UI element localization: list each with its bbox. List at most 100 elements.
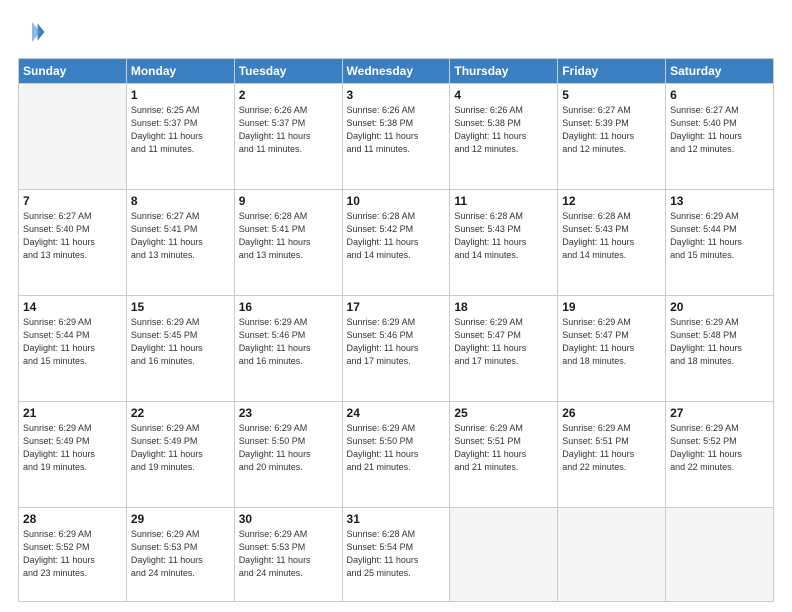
day-number: 31 [347,512,446,526]
calendar-day-cell: 17 Sunrise: 6:29 AM Sunset: 5:46 PM Dayli… [342,296,450,402]
header [18,18,774,46]
day-number: 25 [454,406,553,420]
calendar-day-cell: 22 Sunrise: 6:29 AM Sunset: 5:49 PM Dayli… [126,402,234,508]
day-number: 7 [23,194,122,208]
calendar-day-cell: 30 Sunrise: 6:29 AM Sunset: 5:53 PM Dayli… [234,508,342,602]
calendar-day-cell: 4 Sunrise: 6:26 AM Sunset: 5:38 PM Daylig… [450,84,558,190]
day-info: Sunrise: 6:26 AM Sunset: 5:37 PM Dayligh… [239,104,338,156]
day-info: Sunrise: 6:29 AM Sunset: 5:49 PM Dayligh… [23,422,122,474]
day-number: 27 [670,406,769,420]
day-number: 22 [131,406,230,420]
calendar-day-cell: 6Sunrise: 6:27 AM Sunset: 5:40 PM Daylig… [666,84,774,190]
day-info: Sunrise: 6:29 AM Sunset: 5:51 PM Dayligh… [562,422,661,474]
calendar-day-cell: 14 Sunrise: 6:29 AM Sunset: 5:44 PM Dayli… [19,296,127,402]
day-number: 5 [562,88,661,102]
calendar-day-cell: 10Sunrise: 6:28 AM Sunset: 5:42 PM Dayli… [342,190,450,296]
calendar-day-cell: 15 Sunrise: 6:29 AM Sunset: 5:45 PM Dayli… [126,296,234,402]
calendar-header-thursday: Thursday [450,59,558,84]
calendar-day-cell: 31 Sunrise: 6:28 AM Sunset: 5:54 PM Dayli… [342,508,450,602]
day-info: Sunrise: 6:29 AM Sunset: 5:44 PM Dayligh… [670,210,769,262]
calendar-day-cell: 28 Sunrise: 6:29 AM Sunset: 5:52 PM Dayli… [19,508,127,602]
day-number: 14 [23,300,122,314]
calendar-week-row: 7 Sunrise: 6:27 AM Sunset: 5:40 PM Daylig… [19,190,774,296]
day-info: Sunrise: 6:28 AM Sunset: 5:54 PM Dayligh… [347,528,446,580]
calendar-day-cell: 3Sunrise: 6:26 AM Sunset: 5:38 PM Daylig… [342,84,450,190]
day-info: Sunrise: 6:29 AM Sunset: 5:52 PM Dayligh… [23,528,122,580]
day-info: Sunrise: 6:29 AM Sunset: 5:46 PM Dayligh… [239,316,338,368]
calendar-header-friday: Friday [558,59,666,84]
calendar-day-cell: 21 Sunrise: 6:29 AM Sunset: 5:49 PM Dayli… [19,402,127,508]
calendar-week-row: 28 Sunrise: 6:29 AM Sunset: 5:52 PM Dayli… [19,508,774,602]
day-info: Sunrise: 6:28 AM Sunset: 5:43 PM Dayligh… [454,210,553,262]
calendar-day-cell: 16 Sunrise: 6:29 AM Sunset: 5:46 PM Dayli… [234,296,342,402]
day-info: Sunrise: 6:29 AM Sunset: 5:45 PM Dayligh… [131,316,230,368]
calendar-day-cell: 19 Sunrise: 6:29 AM Sunset: 5:47 PM Dayli… [558,296,666,402]
calendar-day-cell: 12 Sunrise: 6:28 AM Sunset: 5:43 PM Dayli… [558,190,666,296]
day-number: 26 [562,406,661,420]
calendar-day-cell: 18Sunrise: 6:29 AM Sunset: 5:47 PM Dayli… [450,296,558,402]
day-number: 21 [23,406,122,420]
day-number: 17 [347,300,446,314]
day-info: Sunrise: 6:29 AM Sunset: 5:48 PM Dayligh… [670,316,769,368]
day-info: Sunrise: 6:27 AM Sunset: 5:40 PM Dayligh… [670,104,769,156]
day-info: Sunrise: 6:29 AM Sunset: 5:44 PM Dayligh… [23,316,122,368]
calendar-day-cell: 9 Sunrise: 6:28 AM Sunset: 5:41 PM Daylig… [234,190,342,296]
day-number: 9 [239,194,338,208]
calendar-day-cell: 7 Sunrise: 6:27 AM Sunset: 5:40 PM Daylig… [19,190,127,296]
day-number: 13 [670,194,769,208]
day-info: Sunrise: 6:29 AM Sunset: 5:49 PM Dayligh… [131,422,230,474]
calendar-header-wednesday: Wednesday [342,59,450,84]
day-info: Sunrise: 6:29 AM Sunset: 5:47 PM Dayligh… [454,316,553,368]
day-number: 12 [562,194,661,208]
day-info: Sunrise: 6:29 AM Sunset: 5:51 PM Dayligh… [454,422,553,474]
calendar-day-cell: 29Sunrise: 6:29 AM Sunset: 5:53 PM Dayli… [126,508,234,602]
calendar-day-cell: 1 Sunrise: 6:25 AM Sunset: 5:37 PM Daylig… [126,84,234,190]
day-info: Sunrise: 6:29 AM Sunset: 5:53 PM Dayligh… [131,528,230,580]
calendar-day-cell: 27Sunrise: 6:29 AM Sunset: 5:52 PM Dayli… [666,402,774,508]
day-info: Sunrise: 6:29 AM Sunset: 5:50 PM Dayligh… [347,422,446,474]
day-info: Sunrise: 6:29 AM Sunset: 5:50 PM Dayligh… [239,422,338,474]
calendar-day-cell: 24 Sunrise: 6:29 AM Sunset: 5:50 PM Dayli… [342,402,450,508]
calendar-day-cell [450,508,558,602]
calendar-day-cell: 2 Sunrise: 6:26 AM Sunset: 5:37 PM Daylig… [234,84,342,190]
day-number: 3 [347,88,446,102]
day-info: Sunrise: 6:27 AM Sunset: 5:39 PM Dayligh… [562,104,661,156]
calendar-header-sunday: Sunday [19,59,127,84]
logo-icon [18,18,46,46]
calendar-week-row: 21 Sunrise: 6:29 AM Sunset: 5:49 PM Dayli… [19,402,774,508]
day-info: Sunrise: 6:29 AM Sunset: 5:53 PM Dayligh… [239,528,338,580]
calendar-day-cell: 25 Sunrise: 6:29 AM Sunset: 5:51 PM Dayli… [450,402,558,508]
day-number: 19 [562,300,661,314]
day-info: Sunrise: 6:28 AM Sunset: 5:41 PM Dayligh… [239,210,338,262]
day-number: 15 [131,300,230,314]
day-number: 4 [454,88,553,102]
day-number: 16 [239,300,338,314]
calendar-header-monday: Monday [126,59,234,84]
day-number: 1 [131,88,230,102]
day-info: Sunrise: 6:25 AM Sunset: 5:37 PM Dayligh… [131,104,230,156]
day-info: Sunrise: 6:28 AM Sunset: 5:43 PM Dayligh… [562,210,661,262]
day-info: Sunrise: 6:26 AM Sunset: 5:38 PM Dayligh… [454,104,553,156]
page: SundayMondayTuesdayWednesdayThursdayFrid… [0,0,792,612]
day-number: 28 [23,512,122,526]
calendar-week-row: 14 Sunrise: 6:29 AM Sunset: 5:44 PM Dayli… [19,296,774,402]
calendar-header-saturday: Saturday [666,59,774,84]
day-number: 30 [239,512,338,526]
day-number: 11 [454,194,553,208]
day-info: Sunrise: 6:29 AM Sunset: 5:46 PM Dayligh… [347,316,446,368]
calendar-header-tuesday: Tuesday [234,59,342,84]
calendar-day-cell [666,508,774,602]
day-info: Sunrise: 6:27 AM Sunset: 5:41 PM Dayligh… [131,210,230,262]
calendar-day-cell [19,84,127,190]
day-info: Sunrise: 6:29 AM Sunset: 5:47 PM Dayligh… [562,316,661,368]
calendar-day-cell: 11 Sunrise: 6:28 AM Sunset: 5:43 PM Dayli… [450,190,558,296]
day-number: 20 [670,300,769,314]
day-number: 24 [347,406,446,420]
logo [18,18,50,46]
day-number: 10 [347,194,446,208]
day-number: 2 [239,88,338,102]
day-info: Sunrise: 6:27 AM Sunset: 5:40 PM Dayligh… [23,210,122,262]
calendar-day-cell [558,508,666,602]
calendar-day-cell: 26 Sunrise: 6:29 AM Sunset: 5:51 PM Dayli… [558,402,666,508]
calendar-day-cell: 8Sunrise: 6:27 AM Sunset: 5:41 PM Daylig… [126,190,234,296]
